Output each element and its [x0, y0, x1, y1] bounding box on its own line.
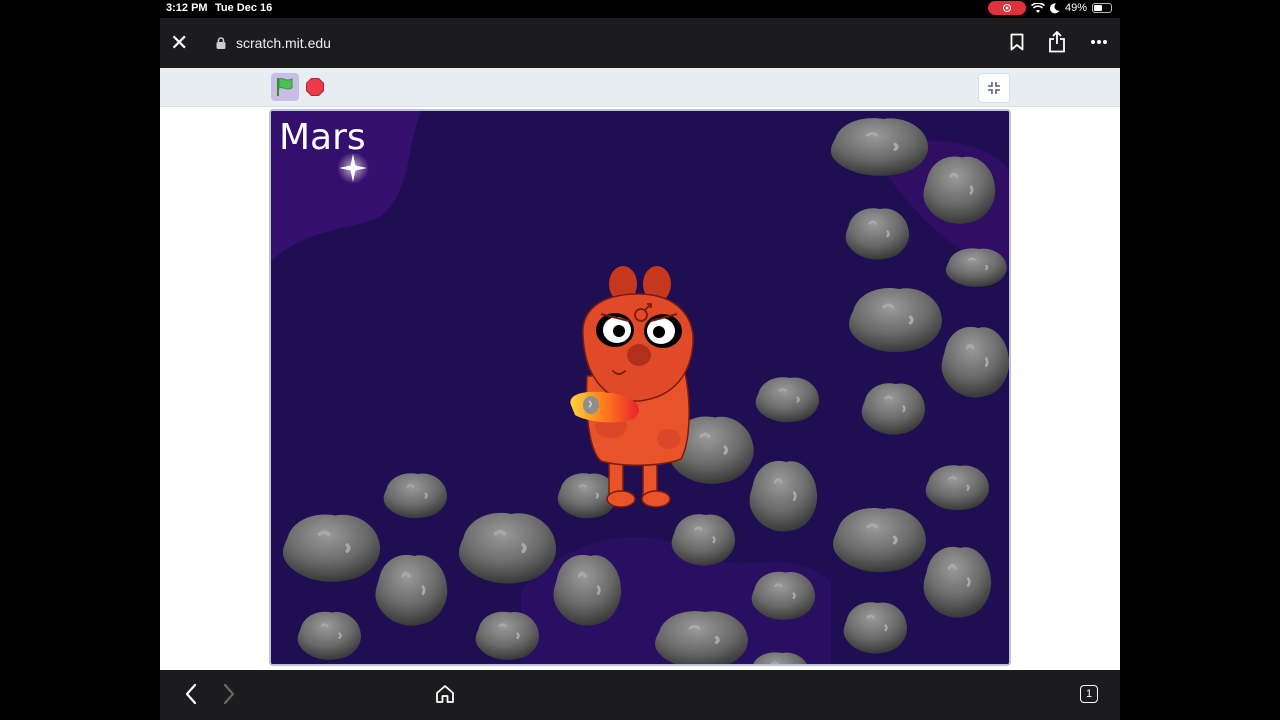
status-time: 3:12 PM [166, 2, 208, 14]
tabs-count: 1 [1085, 688, 1093, 700]
more-icon[interactable] [1090, 39, 1108, 45]
tabs-icon[interactable]: 1 [1080, 685, 1098, 703]
bookmark-icon[interactable] [1010, 33, 1024, 51]
browser-bottom-bar: 1 [160, 670, 1120, 720]
close-icon[interactable]: ✕ [170, 32, 188, 54]
exit-fullscreen-icon [988, 82, 1000, 94]
browser-toolbar: ✕ scratch.mit.edu [160, 18, 1120, 68]
status-bar: 3:12 PM Tue Dec 16 49% [160, 0, 1120, 18]
project-stage[interactable]: Mars [269, 109, 1011, 666]
stage-scene [271, 111, 1009, 664]
toolbar-actions [1010, 31, 1108, 53]
wifi-icon [1030, 2, 1045, 13]
status-date: Tue Dec 16 [215, 2, 273, 14]
status-right: 49% [987, 1, 1112, 15]
stop-button[interactable] [306, 78, 324, 96]
address-bar[interactable]: scratch.mit.edu [200, 25, 1040, 61]
forward-icon[interactable] [222, 682, 236, 706]
scratch-player-page: Mars [160, 68, 1120, 670]
green-flag-button[interactable] [271, 73, 299, 101]
share-icon[interactable] [1048, 31, 1066, 53]
battery-icon [1092, 3, 1112, 13]
battery-percent: 49% [1064, 2, 1087, 14]
home-icon[interactable] [435, 684, 455, 704]
moon-icon [1049, 2, 1060, 13]
back-icon[interactable] [184, 682, 198, 706]
player-controls [160, 68, 1120, 107]
lock-icon [216, 37, 226, 49]
url-text: scratch.mit.edu [236, 35, 331, 51]
ipad-screen: 3:12 PM Tue Dec 16 49% ✕ scratch.mit.edu [160, 0, 1120, 720]
stage-title: Mars [279, 117, 366, 158]
screen-record-icon [987, 1, 1026, 15]
green-flag-icon [277, 78, 293, 96]
exit-fullscreen-button[interactable] [978, 73, 1010, 103]
